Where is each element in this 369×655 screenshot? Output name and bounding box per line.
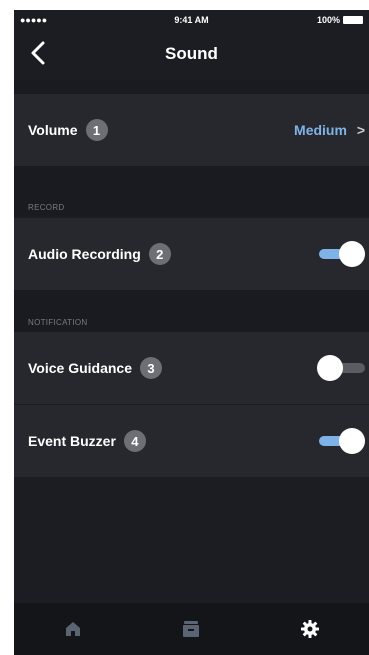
voice-guidance-row: Voice Guidance 3	[14, 332, 369, 404]
battery-indicator: 100%	[317, 15, 363, 25]
audio-recording-toggle[interactable]	[317, 241, 367, 267]
toggle-knob	[339, 241, 365, 267]
callout-badge-1: 1	[85, 119, 108, 141]
volume-value: Medium >	[294, 122, 365, 138]
section-label-record: RECORD	[28, 203, 65, 212]
home-icon	[66, 622, 81, 636]
gear-icon	[300, 620, 319, 638]
volume-label: Volume	[28, 122, 78, 138]
tab-archive[interactable]	[171, 609, 211, 649]
voice-guidance-label: Voice Guidance	[28, 360, 132, 376]
toggle-knob	[317, 355, 343, 381]
callout-badge-3: 3	[140, 357, 162, 379]
event-buzzer-label: Event Buzzer	[28, 433, 116, 449]
phone-screen: ●●●●● 9:41 AM 100% Sound Volume 1 Medium…	[14, 10, 369, 655]
callout-badge-4: 4	[123, 430, 146, 452]
audio-recording-label: Audio Recording	[28, 246, 141, 262]
callout-badge-2: 2	[148, 243, 171, 265]
battery-percent: 100%	[316, 15, 340, 25]
volume-row[interactable]: Volume 1 Medium >	[14, 94, 369, 166]
event-buzzer-toggle[interactable]	[317, 428, 367, 454]
status-time: 9:41 AM	[174, 15, 209, 25]
status-bar: ●●●●● 9:41 AM 100%	[14, 10, 369, 30]
toggle-knob	[339, 428, 365, 454]
nav-bar: Sound	[14, 30, 369, 80]
battery-icon	[343, 16, 363, 24]
volume-value-text: Medium	[294, 122, 347, 138]
page-title: Sound	[165, 44, 218, 63]
event-buzzer-row: Event Buzzer 4	[14, 405, 369, 477]
spacer	[14, 80, 369, 94]
archive-icon	[183, 621, 200, 637]
tab-home[interactable]	[53, 609, 93, 649]
audio-recording-row: Audio Recording 2	[14, 218, 369, 290]
tab-bar	[14, 603, 369, 655]
voice-guidance-toggle[interactable]	[317, 355, 367, 381]
chevron-right-icon: >	[356, 122, 365, 138]
section-record	[14, 166, 369, 216]
section-label-notification: NOTIFICATION	[28, 318, 88, 327]
tab-settings[interactable]	[290, 609, 330, 649]
